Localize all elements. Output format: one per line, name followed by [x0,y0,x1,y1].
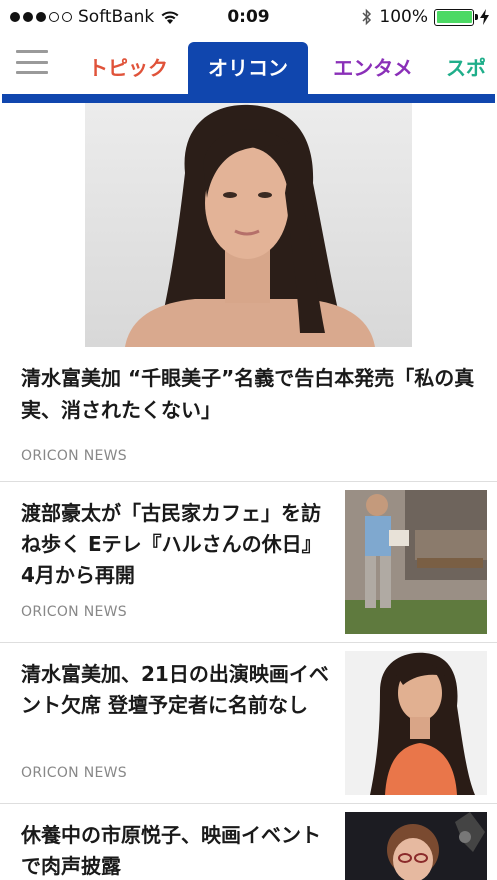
status-bar: SoftBank 0:09 100% [0,0,497,34]
hero-article-source: ORICON NEWS [21,448,127,464]
list-item[interactable]: 休養中の市原悦子、映画イベントで肉声披露 [0,804,497,880]
article-thumbnail[interactable] [345,812,487,880]
battery-percent: 100% [379,7,428,27]
article-thumbnail[interactable] [345,490,487,634]
article-title[interactable]: 渡部豪太が「古民家カフェ」を訪ね歩く Eテレ『ハルさんの休日』4月から再開 [21,498,331,591]
status-right-group: 100% [361,7,489,27]
charging-icon [480,9,489,25]
article-thumbnail[interactable] [345,651,487,795]
hamburger-menu-icon[interactable] [16,50,48,74]
hero-article-title[interactable]: 清水富美加 “千眼美子”名義で告白本発売「私の真実、消されたくない」 [21,362,476,426]
article-source: ORICON NEWS [21,765,127,781]
active-tab-underline [2,94,495,103]
article-title[interactable]: 清水富美加、21日の出演映画イベント欠席 登壇予定者に名前なし [21,659,331,721]
category-tab-bar: トピック オリコン エンタメ スポ [0,34,497,94]
tab-topic[interactable]: トピック [78,42,178,94]
tab-entame[interactable]: エンタメ [318,42,428,94]
hero-article-image[interactable] [85,103,412,347]
tab-oricon[interactable]: オリコン [188,42,308,94]
list-item[interactable]: 清水富美加、21日の出演映画イベント欠席 登壇予定者に名前なし ORICON N… [0,643,497,803]
bluetooth-icon [362,8,372,26]
tab-sports[interactable]: スポ [446,42,497,94]
article-title[interactable]: 休養中の市原悦子、映画イベントで肉声披露 [21,820,331,880]
list-item[interactable]: 渡部豪太が「古民家カフェ」を訪ね歩く Eテレ『ハルさんの休日』4月から再開 OR… [0,482,497,642]
article-source: ORICON NEWS [21,604,127,620]
battery-icon [434,8,478,26]
